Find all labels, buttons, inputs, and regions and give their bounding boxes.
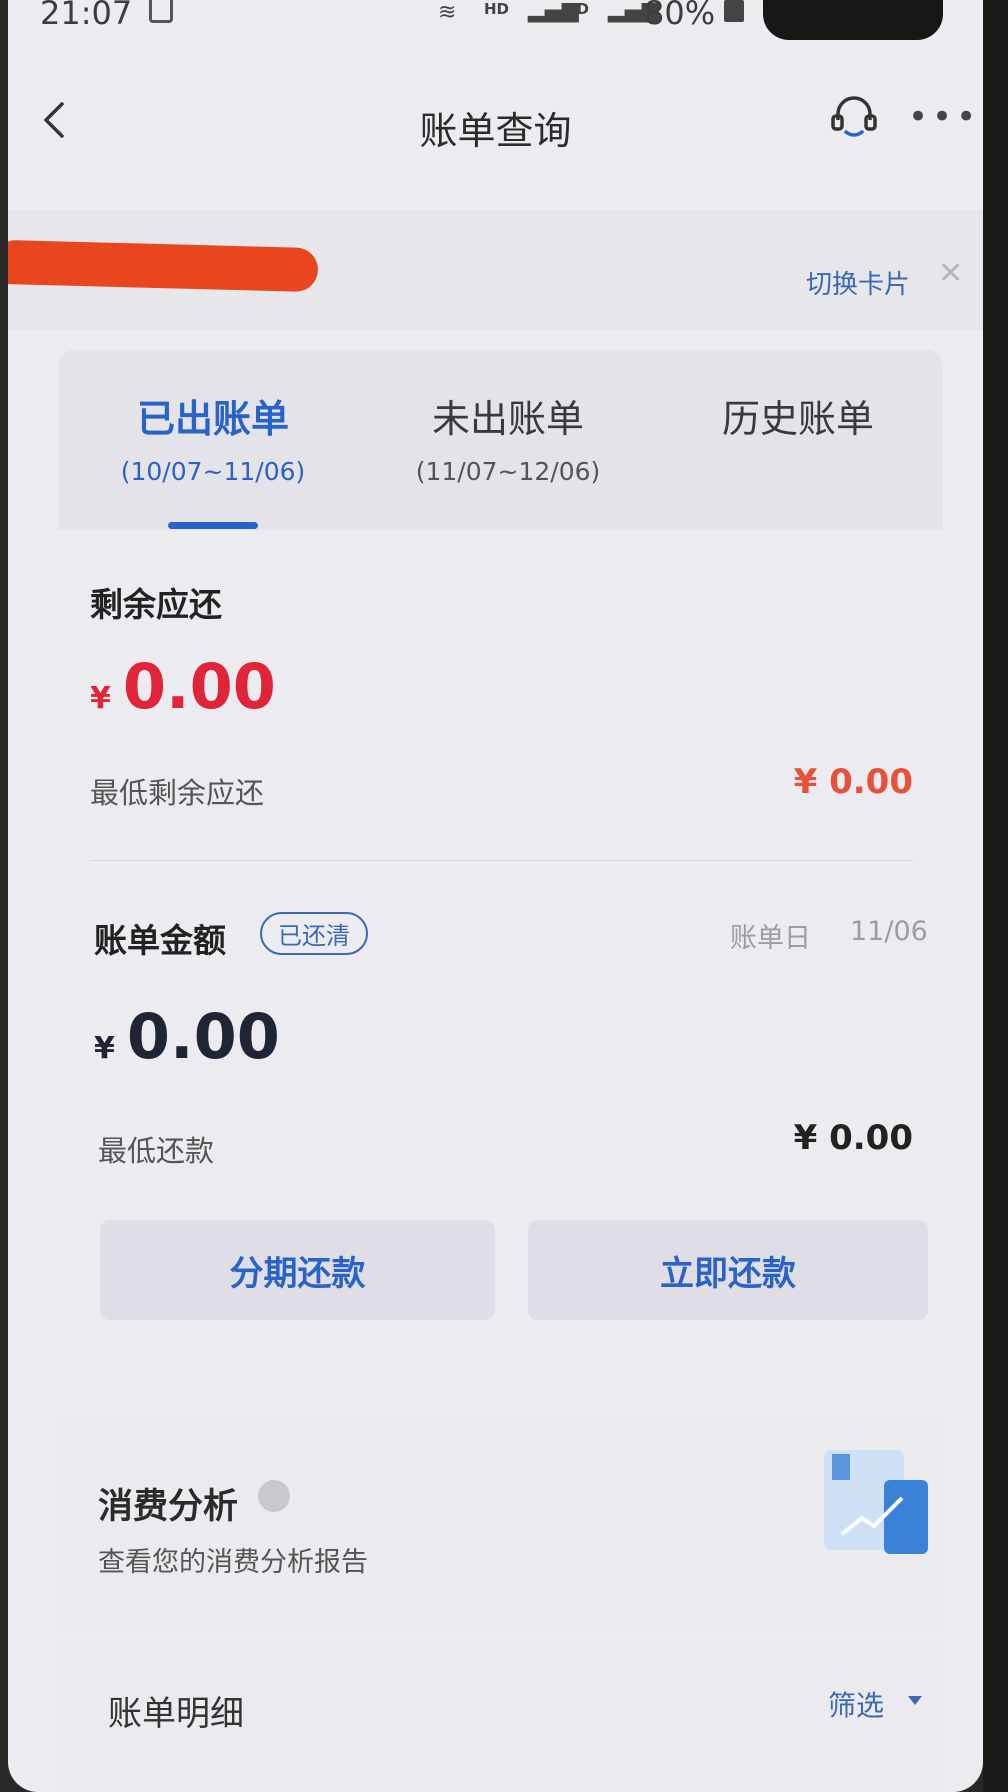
more-icon[interactable]: ••• [908, 100, 980, 134]
tab-label: 历史账单 [721, 397, 874, 441]
bill-day-value: 11/06 [850, 916, 928, 947]
analysis-subtitle: 查看您的消费分析报告 [98, 1547, 368, 1578]
bill-amount-title: 账单金额 [94, 921, 226, 960]
bill-amount-value: 0.00 [126, 1000, 280, 1073]
analysis-chart-icon [824, 1450, 928, 1554]
currency-symbol: ¥ [90, 681, 111, 716]
bill-details-section: 账单明细 筛选 [58, 1640, 943, 1792]
bill-card: 剩余应还 ¥0.00 最低剩余应还 ¥ 0.00 账单金额 已还清 账单日 11… [58, 530, 943, 1380]
network-label-2: HD [564, 0, 590, 18]
tab-billed[interactable]: 已出账单 (10/07~11/06) [83, 388, 343, 486]
status-time: 21:07 [40, 0, 133, 32]
consumption-analysis-card[interactable]: 消费分析 查看您的消费分析报告 [58, 1420, 943, 1630]
wifi-icon: ≋ [438, 0, 457, 25]
tab-label: 已出账单 [136, 397, 289, 441]
filter-button[interactable]: 筛选 [828, 1684, 884, 1724]
bill-day-label: 账单日 [730, 923, 811, 954]
switch-card-link[interactable]: 切换卡片 [806, 264, 910, 301]
bill-tabs: 已出账单 (10/07~11/06) 未出账单 (11/07~12/06) 历史… [58, 350, 943, 530]
analysis-title: 消费分析 [98, 1487, 239, 1527]
nav-bar: 账单查询 ••• [8, 60, 983, 180]
tab-history[interactable]: 历史账单 [668, 388, 928, 443]
divider [90, 860, 913, 861]
status-badge: 已还清 [260, 912, 368, 955]
bill-amount: ¥0.00 [94, 1000, 280, 1073]
min-remaining-label: 最低剩余应还 [90, 776, 265, 810]
remaining-amount: ¥0.00 [90, 650, 276, 723]
tab-range: (11/07~12/06) [415, 457, 601, 486]
tab-label: 未出账单 [431, 397, 584, 441]
remaining-title: 剩余应还 [90, 585, 222, 624]
tab-range: (10/07~11/06) [120, 457, 306, 486]
background-edge [983, 0, 1008, 1792]
details-title: 账单明细 [108, 1694, 244, 1734]
info-icon[interactable] [258, 1480, 290, 1512]
customer-service-icon[interactable] [828, 92, 880, 144]
installment-button[interactable]: 分期还款 [100, 1220, 495, 1320]
chevron-down-icon[interactable] [908, 1696, 922, 1705]
min-payment-value: ¥ 0.00 [793, 1118, 913, 1158]
currency-symbol: ¥ [94, 1031, 115, 1066]
min-remaining-value: ¥ 0.00 [793, 762, 913, 802]
card-switcher: 切换卡片 ✕ [8, 210, 983, 330]
remaining-amount-value: 0.00 [122, 650, 276, 723]
battery-level: 80% [644, 0, 716, 32]
close-icon[interactable]: ✕ [938, 256, 963, 291]
tab-unbilled[interactable]: 未出账单 (11/07~12/06) [378, 388, 638, 486]
network-label-1: HD [484, 0, 510, 18]
repay-now-button[interactable]: 立即还款 [528, 1220, 928, 1320]
redacted-card-number [8, 239, 319, 293]
battery-icon [724, 0, 744, 22]
phone-screen: 21:07 ≋ HD ▂▄▆ HD ▂▄▆ 80% 账单查询 ••• 切换卡片 … [8, 0, 983, 1792]
active-tab-indicator [168, 522, 258, 529]
camera-cutout [763, 0, 943, 40]
notification-icon [149, 0, 173, 23]
min-payment-label: 最低还款 [98, 1134, 215, 1168]
